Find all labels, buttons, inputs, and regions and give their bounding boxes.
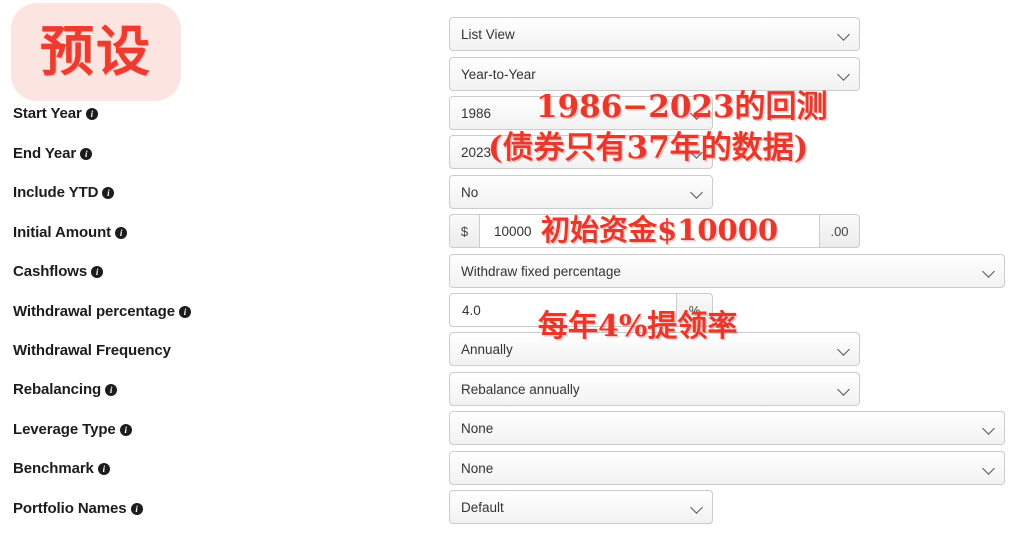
info-icon[interactable]: i xyxy=(105,384,118,396)
cashflows-value: Withdraw fixed percentage xyxy=(461,263,621,279)
label-benchmark-text: Benchmark xyxy=(13,460,94,477)
chevron-down-icon xyxy=(978,255,1004,287)
chevron-down-icon xyxy=(833,373,859,405)
chevron-down-icon xyxy=(833,58,859,90)
cents-suffix-addon: .00 xyxy=(820,214,860,248)
label-initial-amount-text: Initial Amount xyxy=(13,224,112,241)
label-portfolio-names-text: Portfolio Names xyxy=(13,500,127,517)
withdrawal-frequency-value: Annually xyxy=(461,341,513,357)
info-icon[interactable]: i xyxy=(119,424,132,436)
view-mode-value: List View xyxy=(461,26,515,42)
withdrawal-frequency-select[interactable]: Annually xyxy=(449,332,860,366)
withdrawal-percentage-input[interactable]: 4.0 xyxy=(449,293,677,327)
label-withdrawal-percentage-text: Withdrawal percentage xyxy=(13,303,175,320)
label-cashflows: Cashflows i xyxy=(13,263,104,280)
label-include-ytd: Include YTD i xyxy=(13,184,115,201)
info-icon[interactable]: i xyxy=(91,266,104,278)
label-rebalancing-text: Rebalancing xyxy=(13,381,102,398)
preset-badge: 预设 xyxy=(11,3,181,101)
info-icon[interactable]: i xyxy=(85,108,98,120)
currency-prefix-addon: $ xyxy=(449,214,479,248)
label-include-ytd-text: Include YTD xyxy=(13,184,99,201)
leverage-type-value: None xyxy=(461,420,494,436)
preset-badge-label: 预设 xyxy=(40,20,152,83)
label-rebalancing: Rebalancing i xyxy=(13,381,118,398)
withdrawal-percentage-group[interactable]: 4.0 % xyxy=(449,293,713,327)
info-icon[interactable]: i xyxy=(115,227,128,239)
comparison-period-value: Year-to-Year xyxy=(461,66,536,82)
include-ytd-value: No xyxy=(461,184,479,200)
chevron-down-icon xyxy=(833,333,859,365)
info-icon[interactable]: i xyxy=(178,306,191,318)
rebalancing-value: Rebalance annually xyxy=(461,381,580,397)
label-benchmark: Benchmark i xyxy=(13,461,110,476)
initial-amount-input[interactable]: 10000 xyxy=(479,214,820,248)
comparison-period-select[interactable]: Year-to-Year xyxy=(449,57,860,91)
chevron-down-icon xyxy=(978,412,1004,444)
chevron-down-icon xyxy=(686,491,712,523)
end-year-select[interactable]: 2023 xyxy=(449,135,713,169)
info-icon[interactable]: i xyxy=(102,187,115,199)
chevron-down-icon xyxy=(833,18,859,50)
label-withdrawal-percentage: Withdrawal percentage i xyxy=(13,304,191,319)
benchmark-select[interactable]: None xyxy=(449,451,1005,485)
end-year-value: 2023 xyxy=(461,144,492,160)
label-end-year-text: End Year xyxy=(13,145,77,162)
percent-suffix-addon: % xyxy=(677,293,713,327)
label-leverage-type: Leverage Type i xyxy=(13,422,132,437)
label-leverage-type-text: Leverage Type xyxy=(13,421,116,438)
cashflows-select[interactable]: Withdraw fixed percentage xyxy=(449,254,1005,288)
label-cashflows-text: Cashflows xyxy=(13,263,88,280)
rebalancing-select[interactable]: Rebalance annually xyxy=(449,372,860,406)
start-year-select[interactable]: 1986 xyxy=(449,96,713,130)
chevron-down-icon xyxy=(978,452,1004,484)
portfolio-names-value: Default xyxy=(461,499,504,515)
label-withdrawal-frequency: Withdrawal Frequency xyxy=(13,343,171,358)
view-mode-select[interactable]: List View xyxy=(449,17,860,51)
label-start-year: Start Year i xyxy=(13,106,98,121)
chevron-down-icon xyxy=(686,136,712,168)
chevron-down-icon xyxy=(686,176,712,208)
label-portfolio-names: Portfolio Names i xyxy=(13,501,143,516)
portfolio-names-select[interactable]: Default xyxy=(449,490,713,524)
info-icon[interactable]: i xyxy=(130,503,143,515)
label-initial-amount: Initial Amount i xyxy=(13,224,128,241)
leverage-type-select[interactable]: None xyxy=(449,411,1005,445)
benchmark-value: None xyxy=(461,460,494,476)
label-start-year-text: Start Year xyxy=(13,105,82,122)
label-withdrawal-frequency-text: Withdrawal Frequency xyxy=(13,342,171,359)
start-year-value: 1986 xyxy=(461,105,492,121)
label-end-year: End Year i xyxy=(13,145,93,162)
info-icon[interactable]: i xyxy=(80,148,93,160)
initial-amount-group[interactable]: $ 10000 .00 xyxy=(449,214,860,248)
info-icon[interactable]: i xyxy=(97,463,110,475)
include-ytd-select[interactable]: No xyxy=(449,175,713,209)
chevron-down-icon xyxy=(686,97,712,129)
